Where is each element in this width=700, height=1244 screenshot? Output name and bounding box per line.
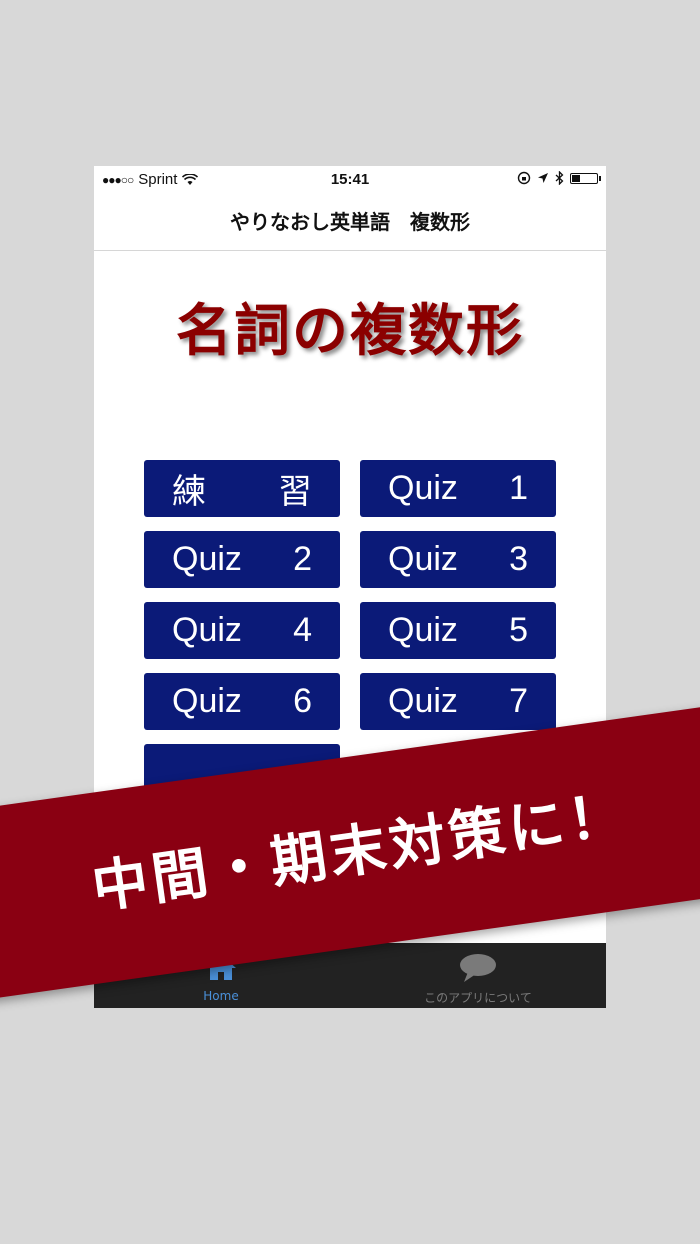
tab-home-label: Home <box>203 989 239 1003</box>
button-label-right: 習 <box>278 473 312 511</box>
quiz-7-button[interactable]: Quiz 7 <box>360 673 556 730</box>
button-label-left: Quiz <box>172 682 242 720</box>
button-label-right: 5 <box>509 611 528 649</box>
tab-about-label: このアプリについて <box>424 991 532 1005</box>
quiz-5-button[interactable]: Quiz 5 <box>360 602 556 659</box>
location-arrow-icon <box>538 173 548 183</box>
button-label-right: 1 <box>509 469 528 507</box>
tab-about[interactable]: このアプリについて <box>378 953 578 1006</box>
button-label-left: Quiz <box>388 611 458 649</box>
button-label-right: 3 <box>509 540 528 578</box>
button-label-right: 4 <box>293 611 312 649</box>
quiz-4-button[interactable]: Quiz 4 <box>144 602 340 659</box>
button-label-left: Quiz <box>388 469 458 507</box>
page-title: 名詞の複数形 <box>176 299 524 364</box>
nav-title: やりなおし英単語 複数形 <box>230 210 470 234</box>
button-label-right: 2 <box>293 540 312 578</box>
button-label-left: 練 <box>172 473 206 511</box>
button-label-left: Quiz <box>172 611 242 649</box>
button-label-left: Quiz <box>172 540 242 578</box>
bluetooth-icon <box>555 171 564 185</box>
nav-bar: やりなおし英単語 複数形 <box>94 194 606 251</box>
quiz-3-button[interactable]: Quiz 3 <box>360 531 556 588</box>
button-label-right: 6 <box>293 682 312 720</box>
rotation-lock-icon <box>517 171 531 185</box>
status-right <box>517 171 601 185</box>
button-label-left: Quiz <box>388 682 458 720</box>
practice-button[interactable]: 練 習 <box>144 460 340 517</box>
quiz-6-button[interactable]: Quiz 6 <box>144 673 340 730</box>
button-label-right: 7 <box>509 682 528 720</box>
battery-level <box>572 174 580 182</box>
speech-bubble-icon <box>460 954 496 982</box>
status-bar: ●●●○○ Sprint 15:41 <box>94 166 606 194</box>
button-label-left: Quiz <box>388 540 458 578</box>
quiz-2-button[interactable]: Quiz 2 <box>144 531 340 588</box>
quiz-1-button[interactable]: Quiz 1 <box>360 460 556 517</box>
battery-icon <box>570 172 601 184</box>
